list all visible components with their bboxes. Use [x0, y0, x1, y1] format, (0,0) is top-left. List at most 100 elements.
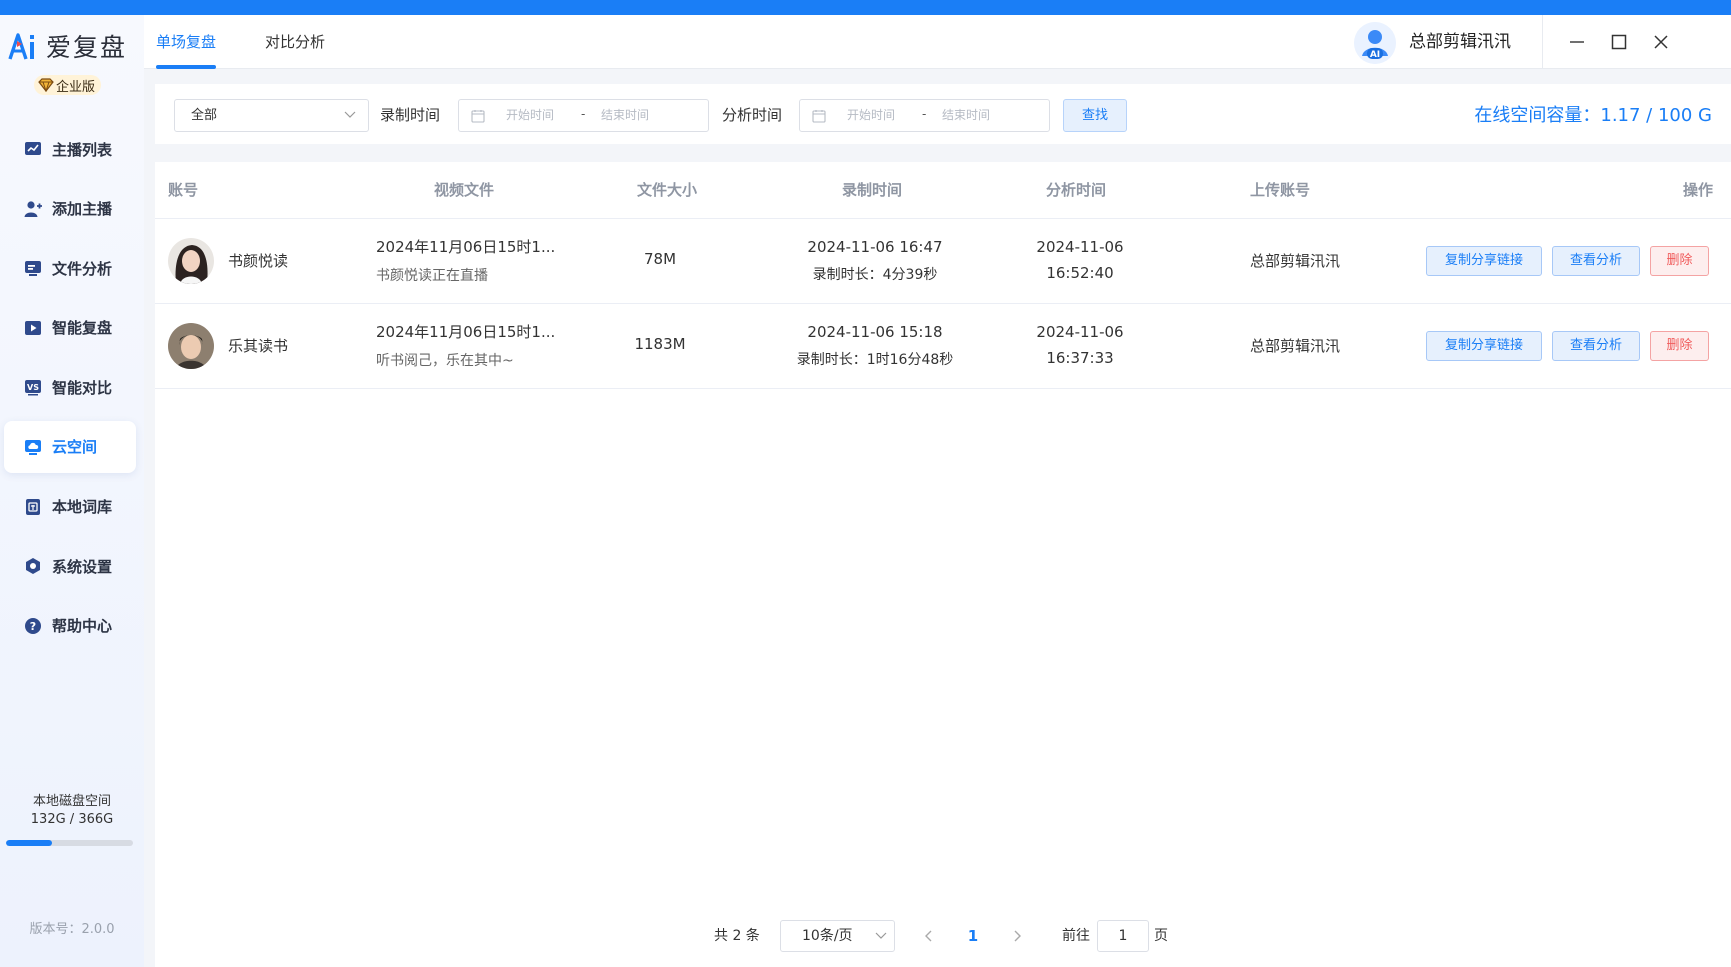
calendar-icon — [471, 110, 485, 123]
sidebar-item-file-analysis[interactable]: 文件分析 — [4, 242, 136, 294]
svg-text:AI: AI — [1370, 50, 1380, 60]
sidebar-item-help-center[interactable]: ? 帮助中心 — [4, 600, 136, 652]
filter-bar: 全部 录制时间 开始时间 - 结束时间 分析时间 开始时间 - 结束时间 查找 … — [155, 84, 1731, 144]
disk-label: 本地磁盘空间 — [32, 794, 111, 809]
sidebar-item-label: 帮助中心 — [52, 617, 113, 636]
video-title[interactable]: 2024年11月06日15时1... — [376, 321, 576, 342]
sidebar-item-label: 添加主播 — [52, 200, 113, 219]
sidebar-item-label: 智能复盘 — [52, 319, 113, 338]
page-number-current[interactable]: 1 — [963, 920, 983, 952]
version-label: 版本号：2.0.0 — [29, 922, 115, 937]
file-size: 1183M — [634, 335, 686, 353]
app-logo: 爱复盘 — [8, 29, 127, 63]
chart-line-icon — [25, 142, 41, 155]
cloud-monitor-icon — [25, 439, 41, 455]
account-select[interactable]: 全部 — [174, 99, 369, 132]
close-button[interactable] — [1648, 29, 1674, 55]
user-avatar-ai-icon[interactable]: AI — [1354, 22, 1396, 64]
column-header-record-time: 录制时间 — [842, 181, 903, 199]
sidebar-menu: 主播列表 添加主播 文件分析 智能复盘 VS 智能对比 云空间 本地词库 系统设 — [0, 123, 144, 659]
sidebar-item-smart-compare[interactable]: VS 智能对比 — [4, 361, 136, 413]
avatar — [168, 238, 214, 284]
maximize-icon — [1611, 34, 1627, 50]
records-table: 账号 视频文件 文件大小 录制时间 分析时间 上传账号 操作 书颜悦读 2024… — [155, 162, 1731, 967]
column-header-file-size: 文件大小 — [637, 181, 698, 199]
prev-page-button[interactable] — [919, 920, 939, 952]
maximize-button[interactable] — [1606, 29, 1632, 55]
chevron-right-icon — [1014, 930, 1021, 942]
sidebar-item-anchor-list[interactable]: 主播列表 — [4, 123, 136, 175]
row-divider — [155, 388, 1731, 389]
record-end-input[interactable]: 结束时间 — [601, 100, 649, 131]
find-button[interactable]: 查找 — [1063, 99, 1127, 132]
uploader: 总部剪辑汛汛 — [1249, 337, 1340, 355]
sidebar-item-system-settings[interactable]: 系统设置 — [4, 540, 136, 592]
pagination-total: 共 2 条 — [714, 928, 760, 944]
copy-share-link-button[interactable]: 复制分享链接 — [1426, 331, 1542, 361]
sidebar-item-local-dictionary[interactable]: 本地词库 — [4, 481, 136, 533]
page-unit-label: 页 — [1154, 928, 1168, 944]
delete-button[interactable]: 删除 — [1650, 246, 1709, 276]
analysis-start-input[interactable]: 开始时间 — [847, 100, 895, 131]
video-desc: 听书阅己，乐在其中~ — [376, 353, 514, 369]
record-time-range[interactable]: 开始时间 - 结束时间 — [458, 99, 709, 132]
account-name: 书颜悦读 — [228, 252, 289, 270]
minimize-button[interactable] — [1564, 29, 1590, 55]
row-divider — [155, 303, 1731, 304]
sidebar-item-label: 文件分析 — [52, 259, 113, 278]
view-analysis-button[interactable]: 查看分析 — [1552, 246, 1640, 276]
analysis-time-range[interactable]: 开始时间 - 结束时间 — [799, 99, 1050, 132]
calendar-icon — [812, 110, 826, 123]
sidebar-item-add-anchor[interactable]: 添加主播 — [4, 183, 136, 235]
analysis-date: 2024-11-06 — [1036, 238, 1124, 256]
user-add-icon — [24, 200, 42, 217]
tab-compare-analysis[interactable]: 对比分析 — [265, 15, 325, 69]
username[interactable]: 总部剪辑汛汛 — [1409, 15, 1511, 69]
header: 单场复盘 对比分析 AI 总部剪辑汛汛 — [144, 15, 1731, 69]
video-title[interactable]: 2024年11月06日15时1... — [376, 236, 576, 257]
next-page-button[interactable] — [1007, 920, 1027, 952]
view-analysis-button[interactable]: 查看分析 — [1552, 331, 1640, 361]
record-duration: 录制时长：4分39秒 — [812, 267, 938, 283]
goto-page-input[interactable]: 1 — [1097, 920, 1149, 952]
sidebar-item-label: 智能对比 — [52, 378, 113, 397]
analysis-end-input[interactable]: 结束时间 — [942, 100, 990, 131]
record-start-input[interactable]: 开始时间 — [506, 100, 554, 131]
sidebar-item-label: 本地词库 — [52, 498, 113, 517]
tab-label: 对比分析 — [265, 33, 326, 51]
minimize-icon — [1570, 41, 1584, 43]
header-divider — [1542, 15, 1543, 69]
column-header-analysis-time: 分析时间 — [1046, 181, 1107, 199]
vs-icon: VS — [25, 380, 41, 396]
play-icon — [25, 320, 41, 335]
record-duration: 录制时长：1时16分48秒 — [796, 352, 954, 368]
avatar — [168, 323, 214, 369]
account-select-value: 全部 — [191, 108, 218, 123]
disk-usage-bar — [6, 840, 133, 846]
column-header-video-file: 视频文件 — [434, 181, 495, 199]
logo-text: 爱复盘 — [46, 33, 128, 62]
page-size-select[interactable]: 10条/页 — [780, 920, 895, 952]
online-capacity: 在线空间容量：1.17 / 100 G — [1474, 105, 1712, 126]
help-icon: ? — [25, 617, 41, 634]
sidebar-item-smart-review[interactable]: 智能复盘 — [4, 302, 136, 354]
sidebar-item-label: 系统设置 — [52, 557, 113, 576]
tab-single-review[interactable]: 单场复盘 — [156, 15, 217, 69]
column-header-account: 账号 — [168, 181, 199, 199]
chevron-down-icon — [344, 111, 356, 118]
local-disk-info: 本地磁盘空间 132G / 366G — [0, 793, 144, 829]
analysis-clock: 16:52:40 — [1046, 264, 1114, 282]
analysis-time-label: 分析时间 — [722, 106, 783, 124]
sidebar-item-label: 主播列表 — [52, 140, 113, 159]
chevron-left-icon — [925, 930, 932, 942]
sidebar-item-cloud-space[interactable]: 云空间 — [4, 420, 136, 473]
svg-text:?: ? — [30, 620, 36, 633]
close-icon — [1654, 35, 1668, 49]
window-top-bar — [0, 0, 1731, 15]
copy-share-link-button[interactable]: 复制分享链接 — [1426, 246, 1542, 276]
delete-button[interactable]: 删除 — [1650, 331, 1709, 361]
sidebar: 爱复盘 企业版 主播列表 添加主播 文件分析 智能复盘 VS 智能对比 云空间 … — [0, 15, 144, 967]
dictionary-icon — [26, 498, 40, 515]
uploader: 总部剪辑汛汛 — [1249, 252, 1340, 270]
range-separator: - — [581, 107, 586, 121]
